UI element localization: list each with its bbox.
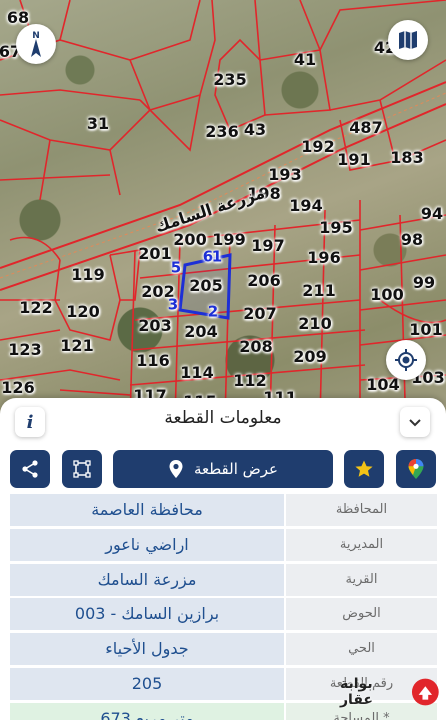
parcel-number-label: 194 — [289, 196, 323, 215]
parcel-number-label: 487 — [349, 118, 383, 137]
parcel-number-label: 98 — [400, 230, 424, 249]
parcel-number-label: 209 — [293, 347, 327, 366]
google-maps-icon — [408, 459, 424, 479]
info-key: المحافظة — [286, 494, 437, 526]
my-location-icon — [395, 349, 417, 371]
map-layers-button[interactable] — [388, 20, 428, 60]
info-value: برازين السامك - 003 — [10, 598, 284, 631]
parcel-number-label: 99 — [412, 273, 436, 292]
map-view[interactable]: 68 67 235 41 42 31 236 43 487 192 191 183 193 198 194 1… — [0, 0, 446, 420]
share-icon — [22, 460, 38, 478]
info-value: 205 — [10, 667, 284, 700]
star-icon — [355, 460, 373, 477]
info-key: الحوض — [286, 598, 437, 631]
collapse-sheet-button[interactable] — [400, 407, 430, 437]
parcel-number-label: 205 — [189, 276, 223, 295]
parcel-number-label: 100 — [370, 285, 404, 304]
frame-parcel-button[interactable] — [62, 450, 102, 488]
show-parcel-label: عرض القطعة — [193, 460, 279, 478]
parcel-number-label: 31 — [86, 114, 110, 133]
parcel-number-label: 122 — [19, 298, 53, 317]
watermark-text: بوابة عقار — [340, 676, 373, 708]
map-layers-icon — [399, 31, 417, 49]
parcel-number-label: 119 — [71, 265, 105, 284]
parcel-number-label: 192 — [301, 137, 335, 156]
parcel-number-label: 68 — [6, 8, 30, 27]
parcel-number-label: 200 — [173, 230, 207, 249]
chevron-down-icon — [409, 419, 421, 427]
brand-watermark: بوابة عقار — [340, 670, 440, 714]
info-value: محافظة العاصمة — [10, 494, 284, 526]
parcel-number-label: 199 — [212, 230, 246, 249]
parcel-number-label: 123 — [8, 340, 42, 359]
parcel-number-label: 236 — [205, 122, 239, 141]
parcel-side-number: 5 — [170, 258, 182, 277]
parcel-number-label: 208 — [239, 337, 273, 356]
parcel-number-label: 191 — [337, 150, 371, 169]
info-row-governorate: محافظة العاصمة المحافظة — [10, 494, 437, 526]
info-key: الحي — [286, 633, 437, 666]
parcel-number-label: 41 — [293, 50, 317, 69]
parcel-number-label: 206 — [247, 271, 281, 290]
parcel-number-label: 193 — [268, 165, 302, 184]
parcel-number-label: 197 — [251, 236, 285, 255]
parcel-number-label: 126 — [1, 378, 35, 397]
info-value: 673 متر مربع — [10, 702, 284, 720]
info-row-directorate: اراضي ناعور المديرية — [10, 528, 437, 561]
parcel-number-label: 207 — [243, 304, 277, 323]
my-location-button[interactable] — [386, 340, 426, 380]
parcel-number-label: 196 — [307, 248, 341, 267]
google-maps-button[interactable] — [396, 450, 436, 488]
show-parcel-button[interactable]: عرض القطعة — [113, 450, 333, 488]
parcel-number-label: 183 — [390, 148, 424, 167]
parcel-number-label: 101 — [409, 320, 443, 339]
compass-icon: N — [31, 31, 41, 57]
info-key: المديرية — [286, 528, 437, 561]
parcel-number-label: 43 — [243, 120, 267, 139]
info-row-basin: برازين السامك - 003 الحوض — [10, 598, 437, 631]
info-row-neighborhood: جدول الأحياء الحي — [10, 633, 437, 666]
parcel-number-label: 204 — [184, 322, 218, 341]
parcel-number-label: 116 — [136, 351, 170, 370]
parcel-number-label: 203 — [138, 316, 172, 335]
compass-button[interactable]: N — [16, 24, 56, 64]
parcel-side-number: 3 — [167, 295, 179, 314]
location-pin-icon — [169, 460, 183, 478]
parcel-number-label: 235 — [213, 70, 247, 89]
info-value: مزرعة السامك — [10, 563, 284, 596]
parcel-number-label: 121 — [60, 336, 94, 355]
info-row-village: مزرعة السامك القرية — [10, 563, 437, 596]
parcel-side-number: 1 — [211, 247, 223, 266]
parcel-number-label: 195 — [319, 218, 353, 237]
info-value: جدول الأحياء — [10, 633, 284, 666]
parcel-number-label: 94 — [420, 204, 444, 223]
parcel-side-number: 2 — [207, 302, 219, 321]
frame-icon — [73, 460, 91, 478]
info-value: اراضي ناعور — [10, 528, 284, 561]
brand-logo-icon — [412, 678, 440, 706]
sheet-title: معلومات القطعة — [164, 408, 282, 428]
parcel-number-label: 120 — [66, 302, 100, 321]
info-key: القرية — [286, 563, 437, 596]
favorite-button[interactable] — [344, 450, 384, 488]
parcel-number-label: 211 — [302, 281, 336, 300]
parcel-number-label: 112 — [233, 371, 267, 390]
parcel-number-label: 210 — [298, 314, 332, 333]
parcel-number-label: 114 — [180, 363, 214, 382]
parcel-number-label: 201 — [138, 244, 172, 263]
share-button[interactable] — [10, 450, 50, 488]
parcel-number-label: 104 — [366, 375, 400, 394]
